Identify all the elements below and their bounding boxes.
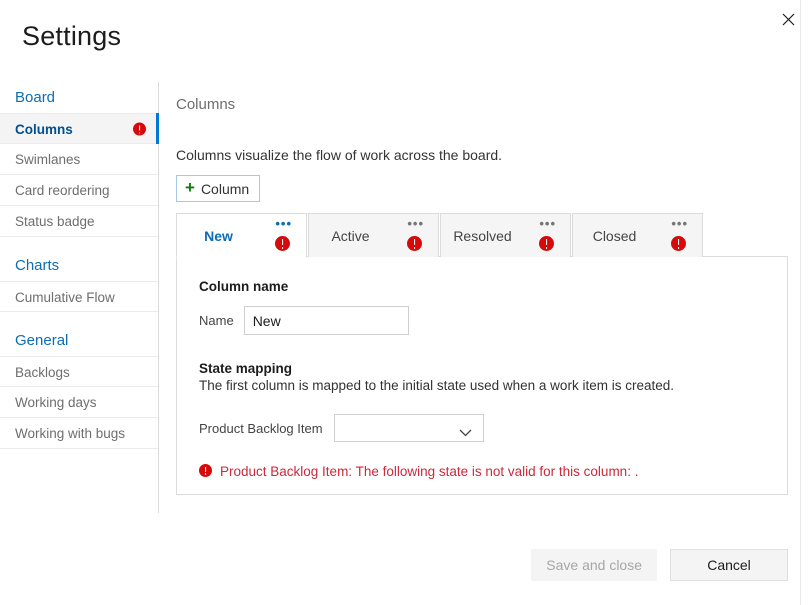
- error-icon: [407, 235, 422, 253]
- state-mapping-title: State mapping: [199, 361, 787, 376]
- sidebar-section-board: Board: [0, 82, 158, 113]
- column-name-input[interactable]: [244, 306, 409, 335]
- tab-label: Resolved: [441, 214, 524, 257]
- ellipsis-icon[interactable]: •••: [407, 220, 424, 228]
- tab-new[interactable]: New •••: [176, 213, 307, 258]
- sidebar-item-working-days[interactable]: Working days: [0, 387, 158, 418]
- sidebar-item-label: Columns: [15, 122, 73, 137]
- add-column-label: Column: [201, 181, 249, 197]
- column-tabs: New ••• Active ••• Resolved ••• Closed •…: [176, 213, 791, 496]
- sidebar-item-label: Working days: [15, 395, 97, 410]
- sidebar-section-general: General: [0, 325, 158, 356]
- sidebar-item-card-reordering[interactable]: Card reordering: [0, 175, 158, 206]
- validation-error: Product Backlog Item: The following stat…: [199, 462, 787, 480]
- state-select[interactable]: [334, 414, 484, 442]
- sidebar-item-cumulative-flow[interactable]: Cumulative Flow: [0, 281, 158, 312]
- error-icon: [539, 235, 554, 253]
- ellipsis-icon[interactable]: •••: [671, 220, 688, 228]
- column-name-title: Column name: [199, 279, 787, 294]
- content-heading: Columns: [176, 96, 791, 113]
- tab-active[interactable]: Active •••: [308, 213, 439, 257]
- save-and-close-button[interactable]: Save and close: [531, 549, 657, 581]
- state-select-row: Product Backlog Item: [199, 414, 787, 442]
- dialog-header: Settings: [0, 0, 811, 82]
- sidebar-item-label: Backlogs: [15, 365, 70, 380]
- page-title: Settings: [22, 21, 121, 52]
- main-content: Columns Columns visualize the flow of wo…: [176, 96, 791, 496]
- ellipsis-icon[interactable]: •••: [539, 220, 556, 228]
- sidebar-item-label: Cumulative Flow: [15, 290, 115, 305]
- name-label: Name: [199, 313, 234, 328]
- tab-strip: New ••• Active ••• Resolved ••• Closed •…: [176, 213, 791, 257]
- state-select-label: Product Backlog Item: [199, 421, 323, 436]
- tab-label: Active: [309, 214, 392, 257]
- sidebar-item-label: Card reordering: [15, 183, 110, 198]
- tab-label: Closed: [573, 214, 656, 257]
- sidebar-item-swimlanes[interactable]: Swimlanes: [0, 144, 158, 175]
- sidebar-item-working-with-bugs[interactable]: Working with bugs: [0, 418, 158, 449]
- cancel-button[interactable]: Cancel: [670, 549, 788, 581]
- tab-panel: Column name Name State mapping The first…: [176, 256, 788, 495]
- name-field-row: Name: [199, 306, 787, 335]
- error-icon: [199, 462, 212, 480]
- close-button[interactable]: [769, 2, 807, 36]
- sidebar-item-label: Swimlanes: [15, 152, 80, 167]
- plus-icon: +: [185, 179, 195, 196]
- sidebar-section-charts: Charts: [0, 250, 158, 281]
- tab-resolved[interactable]: Resolved •••: [440, 213, 571, 257]
- error-icon: [275, 235, 290, 253]
- sidebar-item-status-badge[interactable]: Status badge: [0, 206, 158, 237]
- error-message: Product Backlog Item: The following stat…: [220, 464, 638, 479]
- sidebar-item-label: Working with bugs: [15, 426, 125, 441]
- sidebar-item-label: Status badge: [15, 214, 95, 229]
- dialog-footer: Save and close Cancel: [531, 549, 788, 581]
- tab-closed[interactable]: Closed •••: [572, 213, 703, 257]
- content-description: Columns visualize the flow of work acros…: [176, 147, 791, 163]
- close-icon: [782, 13, 795, 26]
- error-icon: [671, 235, 686, 253]
- settings-sidebar: Board Columns Swimlanes Card reordering …: [0, 82, 159, 513]
- sidebar-item-backlogs[interactable]: Backlogs: [0, 356, 158, 387]
- ellipsis-icon[interactable]: •••: [275, 220, 292, 228]
- state-mapping-description: The first column is mapped to the initia…: [199, 378, 787, 393]
- window-edge-divider: [800, 0, 801, 605]
- sidebar-item-columns[interactable]: Columns: [0, 113, 158, 144]
- add-column-button[interactable]: + Column: [176, 175, 260, 202]
- tab-label: New: [177, 214, 260, 257]
- error-icon: [133, 113, 146, 144]
- state-mapping-block: State mapping The first column is mapped…: [199, 361, 787, 393]
- chevron-down-icon: [459, 424, 472, 442]
